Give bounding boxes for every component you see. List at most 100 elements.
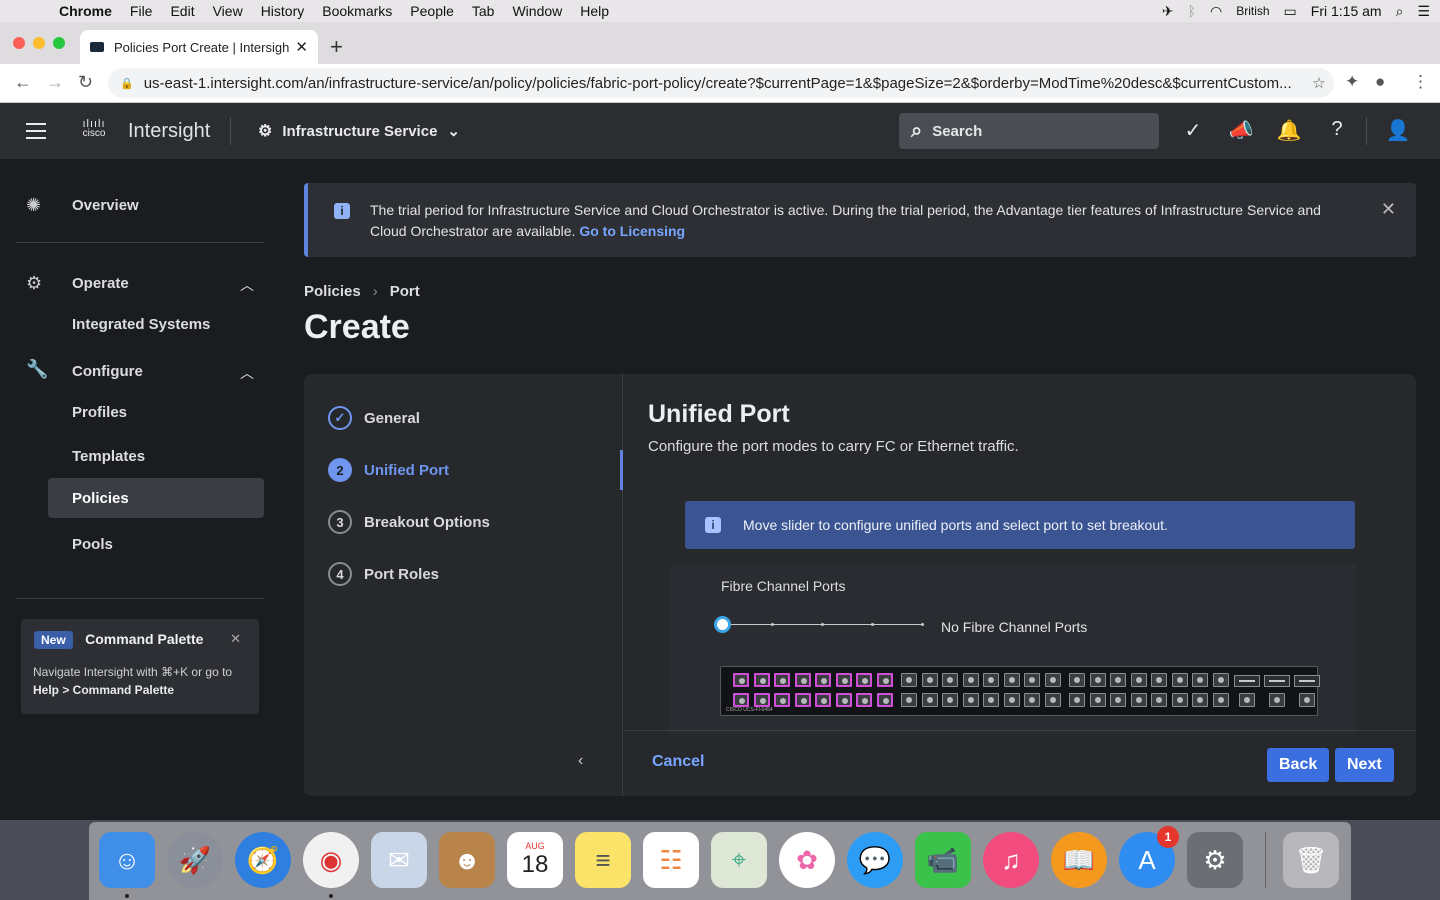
- chevron-up-icon[interactable]: ︿: [240, 275, 254, 295]
- menu-edit[interactable]: Edit: [161, 3, 203, 19]
- switch-port[interactable]: [1089, 693, 1106, 707]
- switch-port[interactable]: [856, 673, 872, 687]
- menu-bookmarks[interactable]: Bookmarks: [313, 3, 401, 19]
- tab-close-icon[interactable]: ✕: [295, 38, 308, 56]
- facetime-camera-icon[interactable]: 📹: [915, 832, 971, 888]
- wifi-icon[interactable]: ◠: [1210, 3, 1222, 20]
- window-zoom-button[interactable]: [53, 37, 65, 49]
- switch-port[interactable]: [794, 693, 811, 707]
- global-search[interactable]: ⌕ Search: [899, 113, 1159, 149]
- switch-port[interactable]: [942, 673, 958, 687]
- user-profile-icon[interactable]: 👤: [1385, 118, 1411, 143]
- switch-port[interactable]: [942, 693, 958, 707]
- announcement-megaphone-icon[interactable]: 📣: [1228, 118, 1254, 143]
- switch-port[interactable]: [1171, 693, 1188, 707]
- switch-port[interactable]: [1239, 693, 1255, 707]
- switch-port[interactable]: [1089, 673, 1106, 687]
- sidebar-item-pools[interactable]: Pools: [72, 536, 113, 553]
- window-minimize-button[interactable]: [33, 37, 45, 49]
- switch-port[interactable]: [983, 673, 999, 687]
- menu-help[interactable]: Help: [571, 3, 618, 19]
- sidebar-item-configure[interactable]: Configure: [72, 363, 143, 380]
- books-icon[interactable]: 📖: [1051, 832, 1107, 888]
- service-selector[interactable]: ⚙ Infrastructure Service ⌄: [258, 121, 460, 141]
- sidebar-item-profiles[interactable]: Profiles: [72, 404, 127, 421]
- close-icon[interactable]: ✕: [230, 631, 241, 647]
- new-tab-icon[interactable]: +: [330, 34, 343, 60]
- sidebar-item-overview[interactable]: Overview: [72, 197, 139, 214]
- switch-port[interactable]: [815, 673, 831, 687]
- switch-port[interactable]: [794, 673, 811, 687]
- trash-icon[interactable]: 🗑: [1283, 832, 1339, 888]
- switch-port[interactable]: [774, 673, 790, 687]
- chrome-menu-icon[interactable]: ⋮: [1412, 72, 1429, 92]
- switch-port[interactable]: [1069, 673, 1085, 687]
- switch-port[interactable]: [1130, 693, 1147, 707]
- menu-people[interactable]: People: [401, 3, 463, 19]
- launchpad-rocket-icon[interactable]: 🚀: [167, 832, 223, 888]
- switch-port[interactable]: [1044, 673, 1061, 687]
- breadcrumb-port[interactable]: Port: [390, 283, 420, 300]
- profile-avatar-icon[interactable]: ●: [1375, 72, 1385, 92]
- switch-port[interactable]: [901, 693, 917, 707]
- switch-port[interactable]: [1151, 673, 1167, 687]
- uplink-port[interactable]: [1234, 675, 1260, 687]
- bookmark-star-icon[interactable]: ☆: [1304, 74, 1334, 92]
- cancel-button[interactable]: Cancel: [652, 753, 704, 771]
- notes-icon[interactable]: ≡: [575, 832, 631, 888]
- calendar-icon[interactable]: AUG 18: [507, 832, 563, 888]
- switch-port[interactable]: [1269, 693, 1285, 707]
- menu-file[interactable]: File: [121, 3, 162, 19]
- switch-port[interactable]: [1003, 673, 1020, 687]
- photos-flower-icon[interactable]: ✿: [779, 832, 835, 888]
- maps-icon[interactable]: ⌖: [711, 832, 767, 888]
- chevron-up-icon[interactable]: ︿: [240, 363, 254, 383]
- go-to-licensing-link[interactable]: Go to Licensing: [579, 223, 685, 239]
- uplink-port[interactable]: [1264, 675, 1290, 687]
- switch-port[interactable]: [1171, 673, 1188, 687]
- uplink-port[interactable]: [1294, 675, 1320, 687]
- switch-port[interactable]: [733, 673, 749, 687]
- bluetooth-icon[interactable]: ᛒ: [1188, 3, 1196, 19]
- breadcrumb-policies[interactable]: Policies: [304, 283, 361, 300]
- back-arrow-icon[interactable]: ←: [14, 72, 32, 93]
- step-port-roles[interactable]: 4 Port Roles: [328, 562, 439, 586]
- notifications-bell-icon[interactable]: 🔔: [1276, 118, 1302, 143]
- switch-port[interactable]: [876, 673, 893, 687]
- sidebar-item-templates[interactable]: Templates: [72, 448, 145, 465]
- window-close-button[interactable]: [13, 37, 25, 49]
- collapse-chevron-left-icon[interactable]: ‹: [578, 752, 583, 770]
- menu-view[interactable]: View: [204, 3, 252, 19]
- back-button[interactable]: Back: [1267, 748, 1330, 782]
- mail-stamp-icon[interactable]: ✉: [371, 832, 427, 888]
- switch-port[interactable]: [835, 673, 852, 687]
- switch-port[interactable]: [1192, 693, 1208, 707]
- menu-history[interactable]: History: [252, 3, 314, 19]
- switch-port[interactable]: [962, 693, 979, 707]
- next-button[interactable]: Next: [1335, 748, 1394, 782]
- menu-tab[interactable]: Tab: [463, 3, 504, 19]
- switch-port[interactable]: [1299, 693, 1315, 707]
- switch-port[interactable]: [1192, 673, 1208, 687]
- clock[interactable]: Fri 1:15 am: [1311, 3, 1382, 19]
- requests-check-icon[interactable]: ✓: [1180, 118, 1206, 143]
- close-icon[interactable]: ✕: [1381, 199, 1396, 220]
- switch-port[interactable]: [835, 693, 852, 707]
- browser-tab[interactable]: Policies Port Create | Intersight ✕: [80, 30, 318, 64]
- chrome-icon[interactable]: ◉: [303, 832, 359, 888]
- switch-port[interactable]: [1130, 673, 1147, 687]
- battery-icon[interactable]: ▭: [1284, 3, 1297, 20]
- sidebar-item-integrated-systems[interactable]: Integrated Systems: [72, 316, 210, 333]
- music-note-icon[interactable]: ♫: [983, 832, 1039, 888]
- sidebar-item-policies[interactable]: Policies: [72, 490, 129, 507]
- switch-port[interactable]: [856, 693, 872, 707]
- switch-port[interactable]: [876, 693, 893, 707]
- notification-center-icon[interactable]: ☰: [1417, 3, 1430, 20]
- finder-icon[interactable]: ☺: [99, 832, 155, 888]
- system-preferences-gear-icon[interactable]: ⚙: [1187, 832, 1243, 888]
- switch-port[interactable]: [921, 673, 938, 687]
- reminders-list-icon[interactable]: ☷: [643, 832, 699, 888]
- step-breakout-options[interactable]: 3 Breakout Options: [328, 510, 490, 534]
- switch-port[interactable]: [901, 673, 917, 687]
- step-unified-port[interactable]: 2 Unified Port: [328, 458, 449, 482]
